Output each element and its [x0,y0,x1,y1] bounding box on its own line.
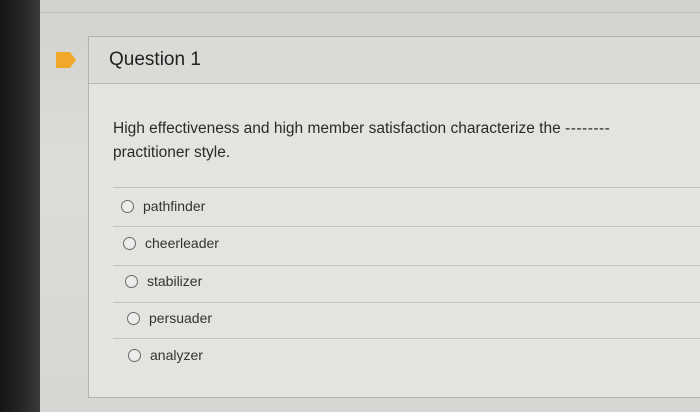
flag-icon[interactable] [56,52,76,68]
option-persuader[interactable]: persuader [127,307,212,329]
divider [113,338,700,339]
device-bezel [0,0,40,412]
option-pathfinder[interactable]: pathfinder [121,195,205,217]
radio-button[interactable] [128,348,141,362]
option-label: stabilizer [147,273,203,289]
question-text: High effectiveness and high member satis… [113,120,561,137]
divider [113,187,700,188]
option-label: persuader [149,310,213,326]
question-title: Question 1 [109,49,201,70]
fill-in-blank: -------- [565,120,611,137]
question-prompt: High effectiveness and high member satis… [113,117,673,165]
divider [113,302,700,303]
option-analyzer[interactable]: analyzer [128,344,203,366]
option-label: analyzer [150,347,203,363]
radio-button[interactable] [123,236,136,250]
question-text-tail: practitioner style. [113,144,231,161]
question-header: Question 1 1 [89,37,700,84]
radio-button[interactable] [121,199,134,213]
option-stabilizer[interactable]: stabilizer [125,270,202,292]
question-card: Question 1 1 High effectiveness and high… [88,36,700,398]
divider [113,265,700,266]
radio-button[interactable] [127,311,140,325]
option-label: pathfinder [143,198,206,214]
radio-button[interactable] [125,274,138,288]
top-bar [40,0,700,13]
screen: Question 1 1 High effectiveness and high… [40,0,700,412]
divider [113,226,700,227]
option-cheerleader[interactable]: cheerleader [123,232,219,254]
option-label: cheerleader [145,235,219,251]
